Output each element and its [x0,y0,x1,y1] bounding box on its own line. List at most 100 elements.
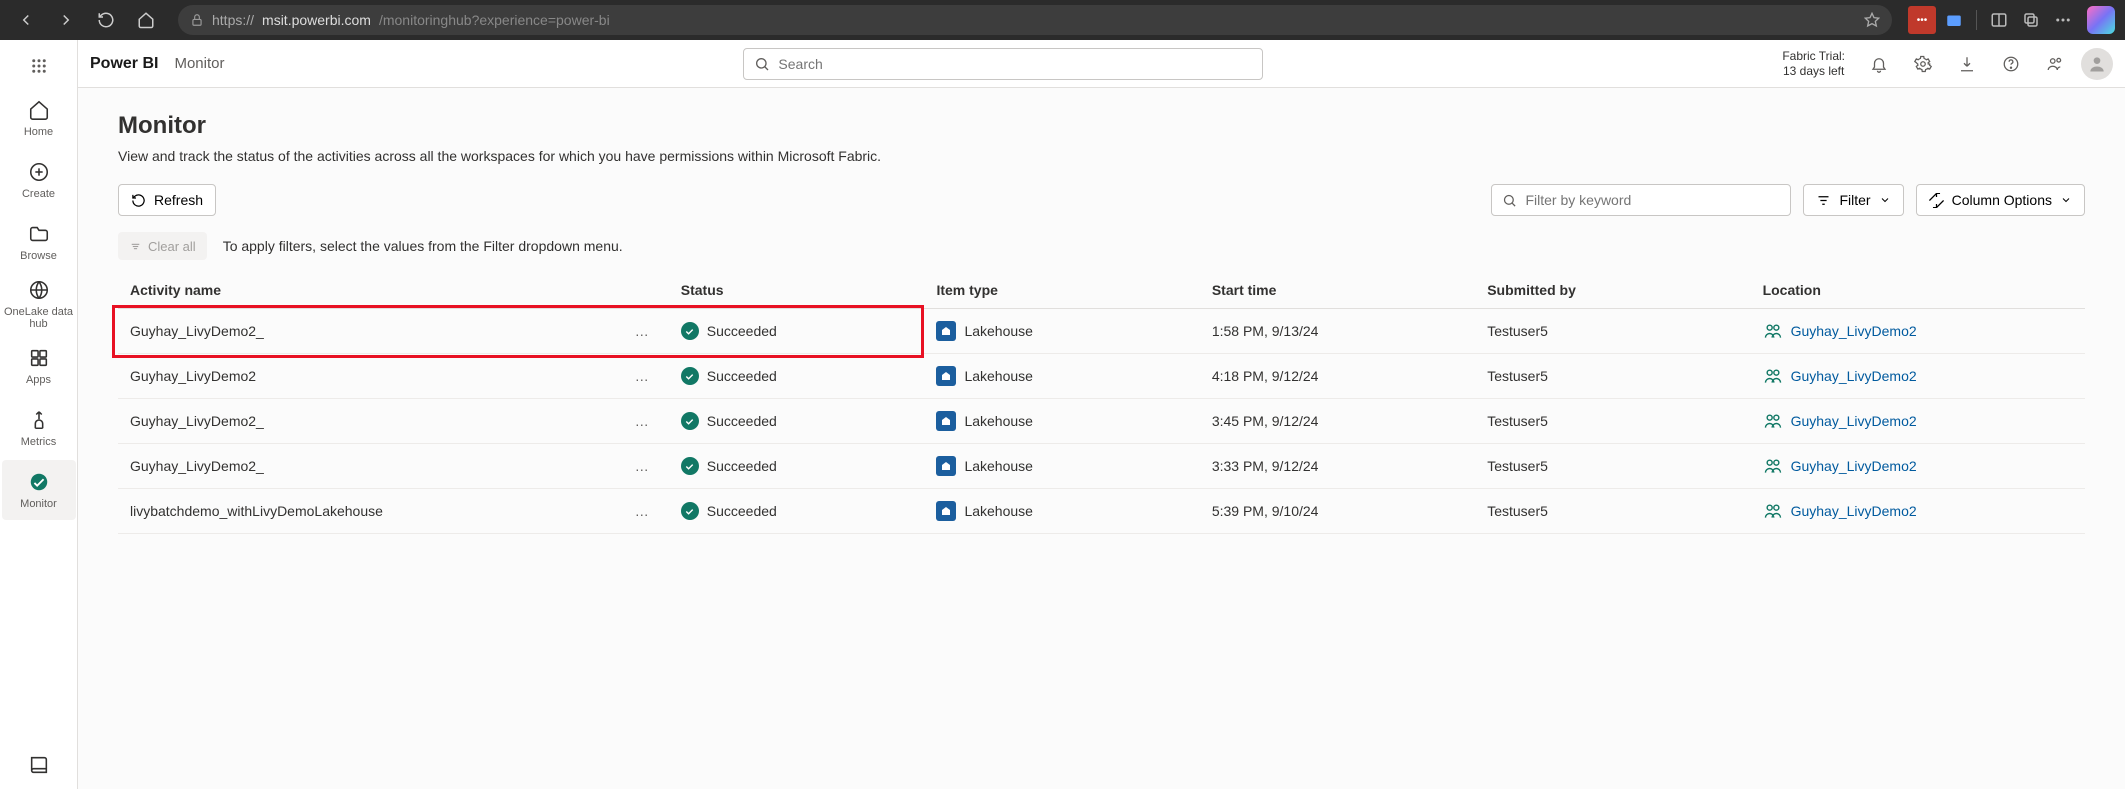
col-activity-name[interactable]: Activity name [118,272,669,309]
collections-icon[interactable] [2017,6,2045,34]
workspace-icon [1763,366,1783,386]
item-type-cell: Lakehouse [936,411,1187,431]
start-time: 3:45 PM, 9/12/24 [1200,399,1475,444]
rail-apps[interactable]: Apps [2,336,76,396]
status-text: Succeeded [707,503,777,519]
favorite-icon[interactable] [1864,12,1880,28]
copilot-button[interactable] [2087,6,2115,34]
refresh-label: Refresh [154,192,203,208]
browser-chrome: https://msit.powerbi.com/monitoringhub?e… [0,0,2125,40]
onelake-icon [27,278,51,302]
filter-icon [1816,193,1831,208]
table-row[interactable]: livybatchdemo_withLivyDemoLakehouse … Su… [118,489,2085,534]
app-launcher-button[interactable] [19,46,59,86]
status-success-icon [681,457,699,475]
location-text: Guyhay_LivyDemo2 [1791,458,1917,474]
table-row[interactable]: Guyhay_LivyDemo2_ … Succeeded Lakehouse … [118,399,2085,444]
row-more-button[interactable]: … [627,458,657,474]
status-text: Succeeded [707,413,777,429]
filter-keyword[interactable] [1491,184,1791,216]
location-cell[interactable]: Guyhay_LivyDemo2 [1763,501,2073,521]
row-more-button[interactable]: … [627,323,657,339]
col-item-type[interactable]: Item type [924,272,1199,309]
clear-all-button[interactable]: Clear all [118,232,207,260]
col-status[interactable]: Status [669,272,925,309]
rail-browse-label: Browse [20,250,57,262]
refresh-icon [131,193,146,208]
refresh-button[interactable]: Refresh [118,184,216,216]
avatar-icon [2087,54,2107,74]
status-success-icon [681,367,699,385]
global-search-input[interactable] [778,56,1252,72]
submitted-by: Testuser5 [1475,444,1750,489]
split-screen-icon[interactable] [1985,6,2013,34]
location-cell[interactable]: Guyhay_LivyDemo2 [1763,411,2073,431]
start-time: 4:18 PM, 9/12/24 [1200,354,1475,399]
lock-icon [190,13,204,27]
page-description: View and track the status of the activit… [118,148,2085,164]
location-text: Guyhay_LivyDemo2 [1791,323,1917,339]
chevron-down-icon [1879,194,1891,206]
help-button[interactable] [1993,46,2029,82]
row-more-button[interactable]: … [627,503,657,519]
extension-icon-1[interactable]: ••• [1908,6,1936,34]
extension-icon-2[interactable] [1940,6,1968,34]
filter-button[interactable]: Filter [1803,184,1903,216]
rail-home[interactable]: Home [2,88,76,148]
submitted-by: Testuser5 [1475,309,1750,354]
rail-onelake[interactable]: OneLake data hub [2,274,76,334]
table-row[interactable]: Guyhay_LivyDemo2_ … Succeeded Lakehouse … [118,309,2085,354]
apps-icon [27,346,51,370]
column-options-button[interactable]: Column Options [1916,184,2085,216]
toolbar: Refresh Filter Column Options [118,184,2085,216]
workspace-icon [1763,321,1783,341]
table-row[interactable]: Guyhay_LivyDemo2_ … Succeeded Lakehouse … [118,444,2085,489]
book-icon [28,754,50,776]
download-icon [1958,55,1976,73]
browser-forward-button[interactable] [50,4,82,36]
browser-more-icon[interactable] [2049,6,2077,34]
rail-metrics[interactable]: Metrics [2,398,76,458]
download-button[interactable] [1949,46,1985,82]
lakehouse-icon [936,321,956,341]
row-more-button[interactable]: … [627,368,657,384]
account-avatar[interactable] [2081,48,2113,80]
location-cell[interactable]: Guyhay_LivyDemo2 [1763,366,2073,386]
global-search[interactable] [743,48,1263,80]
search-icon [754,56,770,72]
settings-button[interactable] [1905,46,1941,82]
col-start-time[interactable]: Start time [1200,272,1475,309]
browser-back-button[interactable] [10,4,42,36]
rail-browse[interactable]: Browse [2,212,76,272]
location-text: Guyhay_LivyDemo2 [1791,413,1917,429]
browser-home-button[interactable] [130,4,162,36]
col-submitted-by[interactable]: Submitted by [1475,272,1750,309]
filter-hint: To apply filters, select the values from… [223,238,623,254]
item-type-cell: Lakehouse [936,501,1187,521]
gear-icon [1914,55,1932,73]
filter-keyword-input[interactable] [1525,192,1780,208]
status-cell: Succeeded [681,412,913,430]
col-location[interactable]: Location [1751,272,2085,309]
metrics-icon [27,408,51,432]
brand-label[interactable]: Power BI [90,55,158,73]
location-cell[interactable]: Guyhay_LivyDemo2 [1763,321,2073,341]
notifications-button[interactable] [1861,46,1897,82]
address-bar[interactable]: https://msit.powerbi.com/monitoringhub?e… [178,5,1892,35]
location-cell[interactable]: Guyhay_LivyDemo2 [1763,456,2073,476]
status-cell: Succeeded [681,322,913,340]
rail-monitor[interactable]: Monitor [2,460,76,520]
row-more-button[interactable]: … [627,413,657,429]
location-text: Guyhay_LivyDemo2 [1791,368,1917,384]
activity-name: Guyhay_LivyDemo2_ [130,458,264,474]
trial-status[interactable]: Fabric Trial: 13 days left [1782,49,1845,78]
rail-create[interactable]: Create [2,150,76,210]
rail-workspaces[interactable] [2,741,76,789]
feedback-button[interactable] [2037,46,2073,82]
browser-refresh-button[interactable] [90,4,122,36]
lakehouse-icon [936,411,956,431]
help-icon [2002,55,2020,73]
table-row[interactable]: Guyhay_LivyDemo2 … Succeeded Lakehouse 4… [118,354,2085,399]
activity-name: Guyhay_LivyDemo2_ [130,413,264,429]
status-text: Succeeded [707,323,777,339]
